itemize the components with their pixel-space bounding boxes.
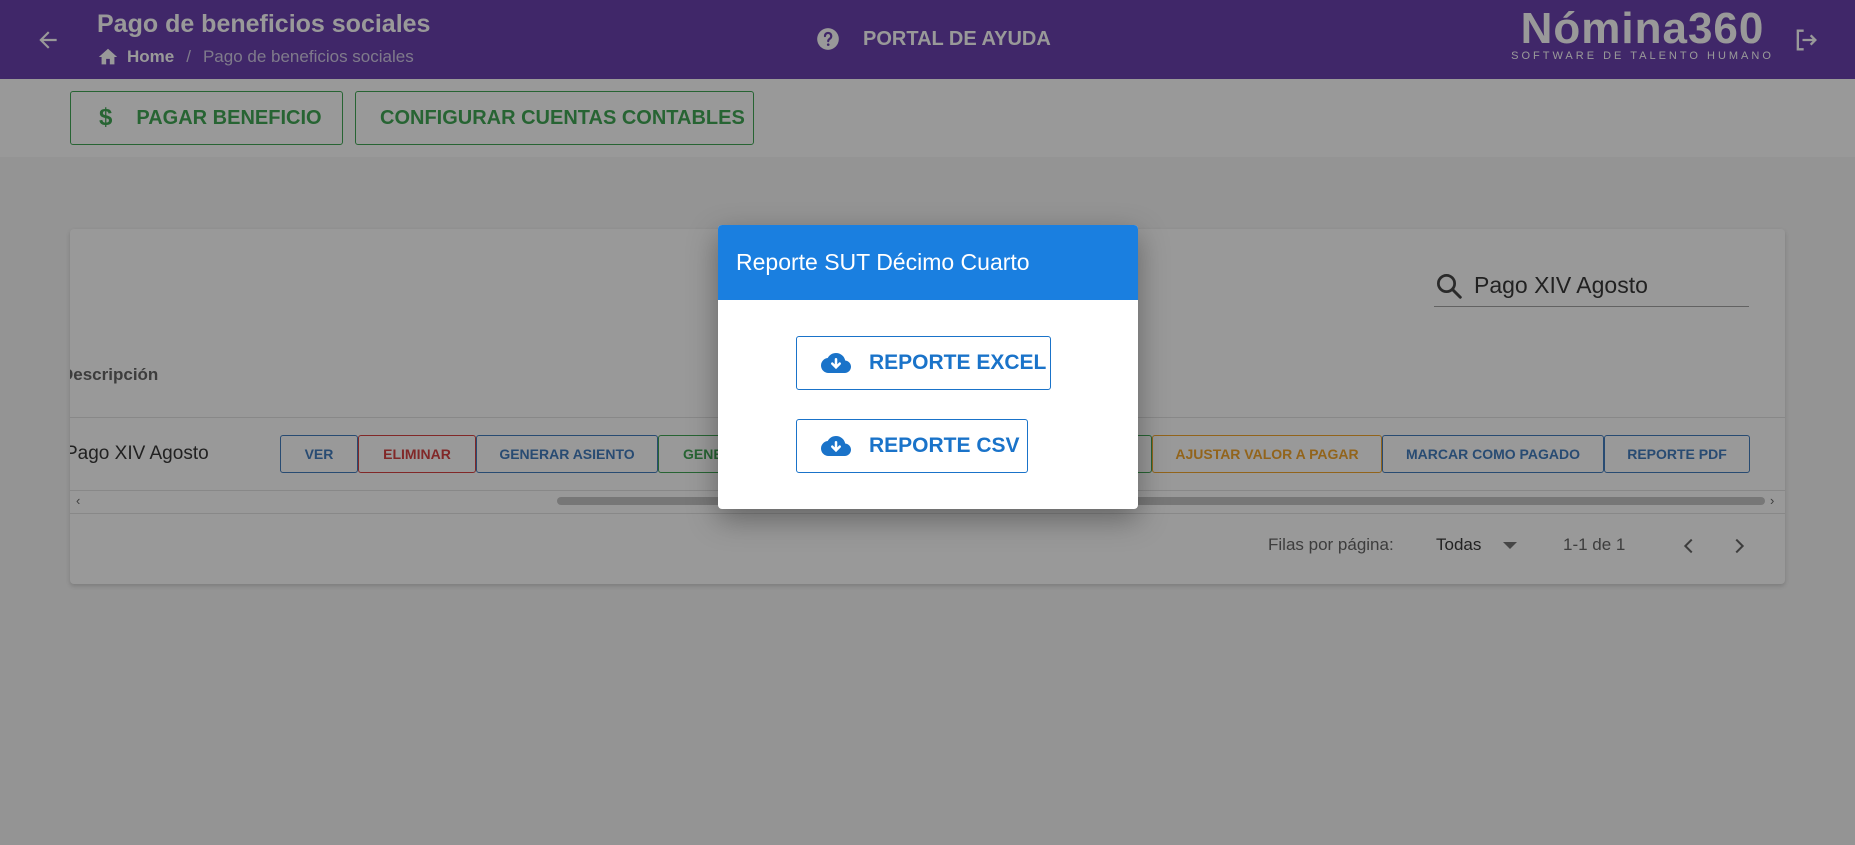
report-excel-label: REPORTE EXCEL: [869, 351, 1047, 374]
cloud-download-icon: [821, 436, 851, 456]
report-excel-button[interactable]: REPORTE EXCEL: [796, 336, 1051, 390]
report-csv-label: REPORTE CSV: [869, 434, 1020, 457]
report-dialog: Reporte SUT Décimo Cuarto REPORTE EXCEL …: [718, 225, 1138, 509]
report-csv-button[interactable]: REPORTE CSV: [796, 419, 1028, 473]
dialog-title: Reporte SUT Décimo Cuarto: [718, 225, 1138, 300]
cloud-download-icon: [821, 353, 851, 373]
